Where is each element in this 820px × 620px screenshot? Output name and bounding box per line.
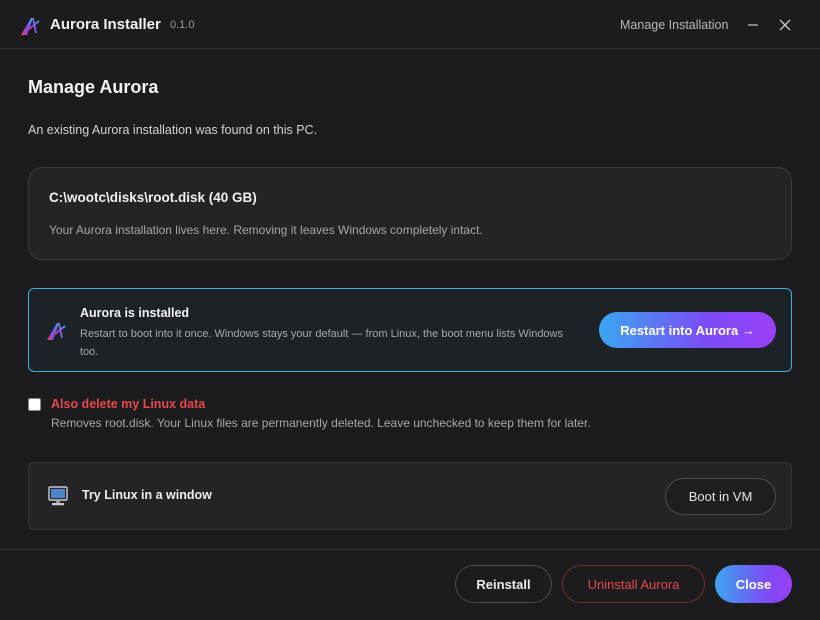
intro-text: An existing Aurora installation was foun… <box>28 123 318 137</box>
main-content: Manage Aurora An existing Aurora install… <box>0 49 820 549</box>
reinstall-button[interactable]: Reinstall <box>455 565 552 603</box>
aurora-logo-icon <box>47 322 66 340</box>
delete-linux-data-option: Also delete my Linux data Removes root.d… <box>28 396 728 436</box>
boot-in-vm-button[interactable]: Boot in VM <box>665 478 776 515</box>
page-title: Manage Aurora <box>28 77 159 97</box>
install-path: C:\wootc\disks\root.disk (40 GB) <box>49 190 257 205</box>
status-description: Restart to boot into it once. Windows st… <box>80 328 563 358</box>
footer: Reinstall Uninstall Aurora Close <box>0 549 820 620</box>
manage-installation-tab[interactable]: Manage Installation <box>620 18 728 32</box>
uninstall-button[interactable]: Uninstall Aurora <box>562 565 705 603</box>
restart-into-aurora-button[interactable]: Restart into Aurora → <box>599 312 776 348</box>
install-path-card: C:\wootc\disks\root.disk (40 GB) Your Au… <box>28 167 792 260</box>
close-button[interactable]: Close <box>715 565 792 603</box>
close-icon <box>779 19 791 31</box>
app-title: Aurora Installer <box>50 16 161 33</box>
minimize-button[interactable] <box>742 14 764 36</box>
window-close-button[interactable] <box>774 14 796 36</box>
delete-data-label[interactable]: Also delete my Linux data <box>51 397 205 411</box>
app-version: 0.1.0 <box>170 19 195 31</box>
vm-card: Try Linux in a window Boot in VM <box>28 462 792 530</box>
monitor-icon <box>48 486 68 506</box>
status-title: Aurora is installed <box>80 306 190 320</box>
installed-status-card: Aurora is installed Restart to boot into… <box>28 288 792 372</box>
aurora-logo-icon <box>21 17 40 35</box>
title-bar: Aurora Installer 0.1.0 Manage Installati… <box>0 0 820 49</box>
install-path-description: Your Aurora installation lives here. Rem… <box>49 223 483 237</box>
minimize-icon <box>748 24 758 26</box>
vm-title: Try Linux in a window <box>82 488 212 502</box>
delete-data-checkbox[interactable] <box>28 398 41 411</box>
delete-data-description: Removes root.disk. Your Linux files are … <box>51 416 591 430</box>
